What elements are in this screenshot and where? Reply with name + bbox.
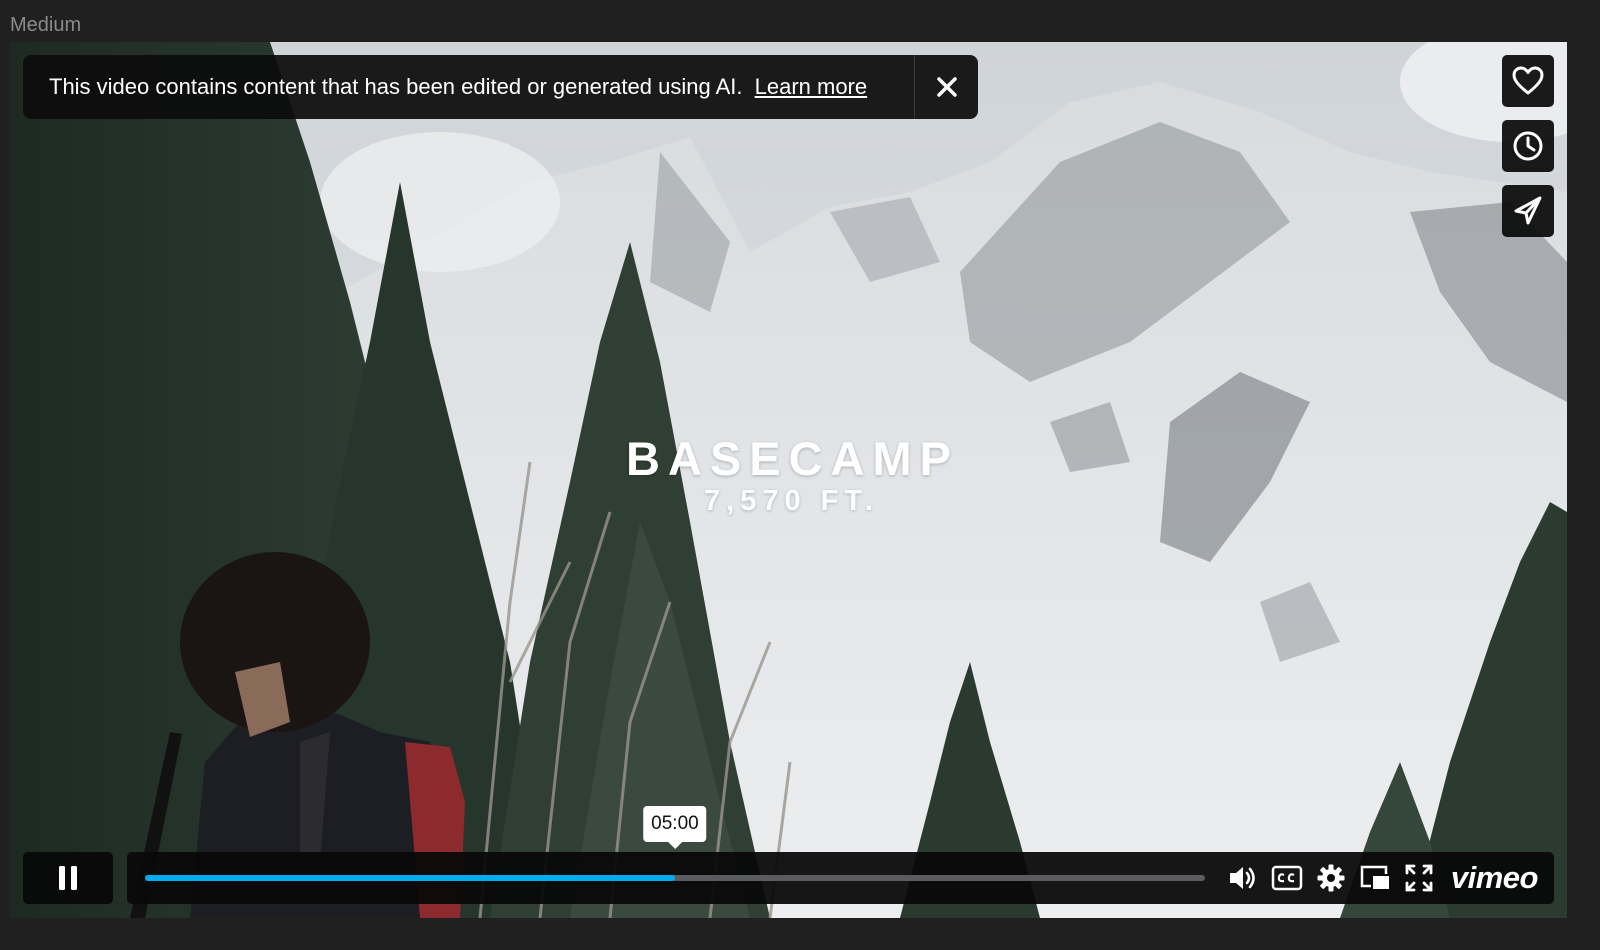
close-banner-button[interactable] xyxy=(914,55,978,119)
fullscreen-icon xyxy=(1405,864,1433,892)
gear-icon xyxy=(1317,864,1345,892)
settings-button[interactable] xyxy=(1314,861,1348,895)
paper-plane-icon xyxy=(1514,196,1542,225)
like-button[interactable] xyxy=(1502,55,1554,107)
pause-icon xyxy=(59,866,77,890)
fullscreen-button[interactable] xyxy=(1402,861,1436,895)
close-icon xyxy=(936,77,957,97)
video-title-overlay: BASECAMP 7,570 FT. xyxy=(10,434,1567,518)
volume-button[interactable] xyxy=(1226,861,1260,895)
player-controls: 05:00 vimeo xyxy=(23,806,1554,904)
vimeo-logo[interactable]: vimeo xyxy=(1451,860,1539,896)
picture-in-picture-button[interactable] xyxy=(1358,861,1392,895)
progress-bar[interactable]: 05:00 xyxy=(145,806,1205,893)
video-subtitle: 7,570 FT. xyxy=(704,485,879,517)
share-button[interactable] xyxy=(1502,185,1554,237)
volume-icon xyxy=(1229,867,1255,889)
video-player[interactable]: This video contains content that has bee… xyxy=(10,42,1567,918)
captions-button[interactable] xyxy=(1270,861,1304,895)
control-bar: 05:00 vimeo xyxy=(127,806,1554,904)
size-label: Medium xyxy=(10,14,82,36)
video-title: BASECAMP xyxy=(626,432,959,485)
learn-more-link[interactable]: Learn more xyxy=(755,74,868,99)
hover-time-tooltip: 05:00 xyxy=(643,806,707,849)
clock-icon xyxy=(1513,131,1543,161)
ai-disclosure-banner: This video contains content that has bee… xyxy=(23,55,978,119)
ai-disclosure-text: This video contains content that has bee… xyxy=(23,74,914,100)
pause-button[interactable] xyxy=(23,852,113,904)
ai-disclosure-message: This video contains content that has bee… xyxy=(49,74,743,99)
watch-later-button[interactable] xyxy=(1502,120,1554,172)
picture-in-picture-icon xyxy=(1360,865,1389,889)
progress-played xyxy=(145,875,675,881)
captions-icon xyxy=(1271,865,1303,891)
heart-icon xyxy=(1512,66,1544,95)
